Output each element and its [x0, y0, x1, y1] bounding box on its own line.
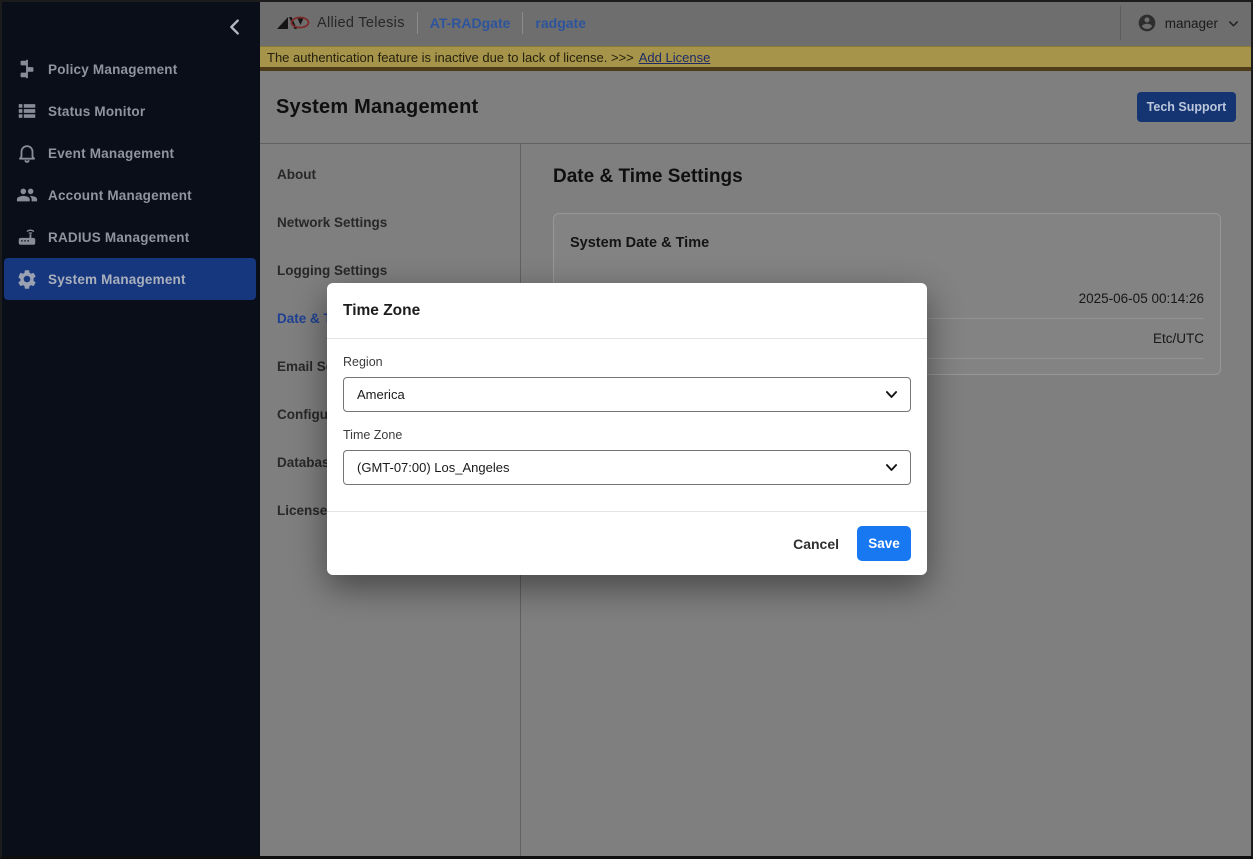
sidebar-item-system-management[interactable]: System Management [4, 258, 256, 300]
date-time-value: 2025-06-05 00:14:26 [1079, 291, 1204, 306]
sidebar-item-label: System Management [48, 272, 186, 287]
bell-icon [16, 142, 38, 164]
sidebar-item-label: Status Monitor [48, 104, 145, 119]
tech-support-button[interactable]: Tech Support [1137, 92, 1236, 122]
timezone-select-wrap: (GMT-07:00) Los_Angeles [343, 450, 911, 485]
header-divider [417, 12, 418, 34]
time-zone-modal: Time Zone Region America Time Zone (GMT-… [327, 283, 927, 575]
hostname-link[interactable]: radgate [535, 15, 586, 31]
user-menu-button[interactable]: manager [1137, 13, 1241, 33]
page-title-bar: System Management Tech Support [260, 71, 1253, 144]
add-license-link[interactable]: Add License [639, 50, 711, 65]
timezone-select[interactable]: (GMT-07:00) Los_Angeles [343, 450, 911, 485]
top-header: Allied Telesis AT-RADgate radgate manage… [260, 0, 1253, 46]
sidebar: Policy Management Status Monitor Event M… [0, 0, 260, 859]
allied-telesis-mark-icon [276, 11, 310, 35]
save-button[interactable]: Save [857, 526, 911, 561]
modal-header: Time Zone [327, 283, 927, 339]
sidebar-collapse-button[interactable] [224, 16, 246, 38]
user-name: manager [1165, 16, 1218, 31]
sidebar-item-radius-management[interactable]: RADIUS Management [0, 216, 260, 258]
sidebar-item-policy-management[interactable]: Policy Management [0, 48, 260, 90]
cancel-button[interactable]: Cancel [793, 536, 839, 552]
user-divider [1120, 6, 1121, 40]
sidebar-item-label: Event Management [48, 146, 174, 161]
sidebar-item-event-management[interactable]: Event Management [0, 132, 260, 174]
user-area: manager [1120, 6, 1253, 40]
policy-icon [16, 58, 38, 80]
account-circle-icon [1137, 13, 1157, 33]
chevron-down-icon [1226, 16, 1241, 31]
header-divider [522, 12, 523, 34]
region-label: Region [343, 355, 911, 369]
timezone-value: Etc/UTC [1153, 331, 1204, 346]
region-select-wrap: America [343, 377, 911, 412]
sidebar-item-status-monitor[interactable]: Status Monitor [0, 90, 260, 132]
sidebar-item-label: Account Management [48, 188, 192, 203]
modal-title: Time Zone [343, 302, 420, 320]
brand-name: Allied Telesis [317, 15, 405, 31]
people-icon [16, 184, 38, 206]
sidebar-item-account-management[interactable]: Account Management [0, 174, 260, 216]
chevron-left-icon [224, 16, 246, 38]
router-icon [16, 226, 38, 248]
brand-logo: Allied Telesis [276, 11, 405, 35]
modal-footer: Cancel Save [327, 511, 927, 575]
modal-body: Region America Time Zone (GMT-07:00) Los… [327, 339, 927, 485]
license-banner-message: The authentication feature is inactive d… [267, 50, 634, 65]
license-banner: The authentication feature is inactive d… [260, 46, 1253, 71]
region-select[interactable]: America [343, 377, 911, 412]
sidebar-nav: Policy Management Status Monitor Event M… [0, 48, 260, 300]
list-icon [16, 100, 38, 122]
timezone-label: Time Zone [343, 428, 911, 442]
submenu-item-about[interactable]: About [260, 150, 520, 198]
page: Policy Management Status Monitor Event M… [0, 0, 1253, 859]
gear-icon [16, 268, 38, 290]
page-title: System Management [276, 96, 478, 119]
sidebar-item-label: Policy Management [48, 62, 177, 77]
sidebar-item-label: RADIUS Management [48, 230, 189, 245]
settings-heading: Date & Time Settings [553, 166, 743, 188]
submenu-item-network-settings[interactable]: Network Settings [260, 198, 520, 246]
product-link[interactable]: AT-RADgate [430, 15, 511, 31]
card-title: System Date & Time [570, 235, 709, 251]
